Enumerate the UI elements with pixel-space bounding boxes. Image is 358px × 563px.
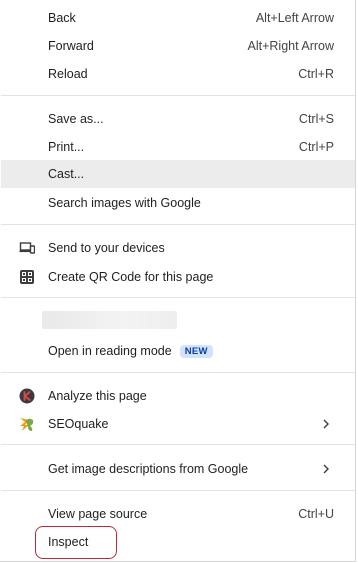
k-extension-icon [19,388,35,404]
menu-item-label: Send to your devices [48,241,165,255]
menu-item-cast[interactable]: Cast... [1,160,355,188]
menu-separator [1,95,355,96]
menu-item-seoquake[interactable]: SEOquake [1,410,355,438]
chevron-right-icon [323,464,329,474]
menu-item-label: Get image descriptions from Google [48,462,249,476]
menu-item-analyze[interactable]: Analyze this page [1,382,355,410]
menu-separator [1,444,355,445]
menu-item-label: Back [48,11,76,25]
menu-separator [1,490,355,491]
devices-icon [19,242,35,254]
menu-separator [1,372,355,373]
menu-item-image-descriptions[interactable]: Get image descriptions from Google [1,455,355,483]
menu-item-label: Open in reading mode NEW [48,344,213,358]
menu-item-label: Search images with Google [48,196,201,210]
chevron-right-icon [323,419,329,429]
menu-item-reload[interactable]: Reload Ctrl+R [1,60,355,88]
menu-separator [1,297,355,298]
seoquake-icon [20,418,34,431]
menu-item-back[interactable]: Back Alt+Left Arrow [1,4,355,32]
redacted-item[interactable] [42,311,177,329]
new-badge: NEW [179,345,213,358]
menu-item-shortcut: Ctrl+S [298,112,334,126]
menu-item-label: Analyze this page [48,389,147,403]
menu-item-label: SEOquake [48,417,109,431]
menu-item-qr-code[interactable]: Create QR Code for this page [1,263,355,291]
menu-item-shortcut: Ctrl+R [298,67,334,81]
menu-separator [1,224,355,225]
menu-item-label: Forward [48,39,94,53]
menu-item-shortcut: Alt+Right Arrow [247,39,335,53]
menu-item-label: Reload [48,67,88,81]
menu-item-print[interactable]: Print... Ctrl+P [1,133,355,161]
menu-item-shortcut: Alt+Left Arrow [255,11,334,25]
menu-item-label: Print... [48,140,85,154]
inspect-highlight-annotation [35,526,117,559]
menu-item-view-source[interactable]: View page source Ctrl+U [1,500,355,528]
menu-item-label: Save as... [48,112,104,126]
menu-item-save-as[interactable]: Save as... Ctrl+S [1,105,355,133]
menu-item-send-to-devices[interactable]: Send to your devices [1,234,355,262]
menu-item-label: Cast... [48,167,85,181]
menu-item-search-images[interactable]: Search images with Google [1,189,355,217]
reading-mode-text: Open in reading mode [48,344,172,358]
menu-item-reading-mode[interactable]: Open in reading mode NEW [1,337,355,365]
qr-code-icon [20,270,34,284]
menu-item-shortcut: Ctrl+P [298,140,334,154]
context-menu: Back Alt+Left Arrow Forward Alt+Right Ar… [0,0,356,562]
menu-item-shortcut: Ctrl+U [298,507,334,521]
menu-item-forward[interactable]: Forward Alt+Right Arrow [1,32,355,60]
menu-item-label: View page source [48,507,148,521]
menu-item-label: Create QR Code for this page [48,270,214,284]
